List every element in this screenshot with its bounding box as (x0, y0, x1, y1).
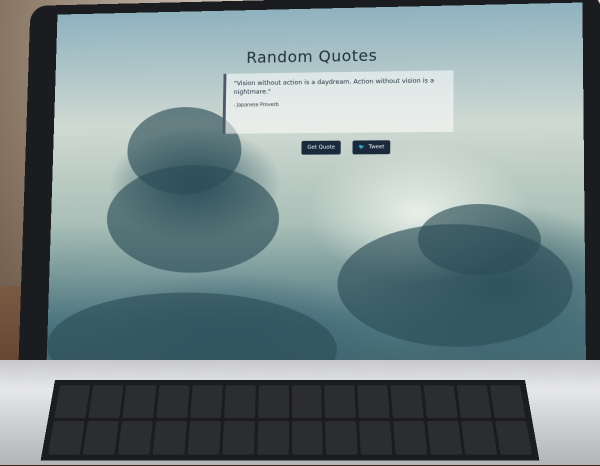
keyboard-key (325, 420, 358, 454)
keyboard-key (152, 420, 186, 454)
keyboard-key (118, 420, 153, 454)
keyboard-key (257, 420, 289, 454)
laptop-keyboard (41, 380, 540, 461)
keyboard-key (495, 420, 532, 454)
photo-scene: Random Quotes "Vision without action is … (0, 0, 600, 466)
keyboard-key (156, 385, 189, 417)
keyboard-key (54, 385, 90, 417)
keyboard-key (393, 420, 427, 454)
keyboard-key (358, 385, 390, 417)
keyboard-key (457, 385, 492, 417)
quote-text: "Vision without action is a daydream. Ac… (234, 76, 446, 97)
keyboard-key (325, 385, 357, 417)
keyboard-key (187, 420, 220, 454)
keyboard-key (490, 385, 526, 417)
page-title: Random Quotes (56, 42, 583, 70)
keyboard-key (83, 420, 119, 454)
keyboard-key (258, 385, 289, 417)
keyboard-key (461, 420, 497, 454)
keyboard-key (224, 385, 256, 417)
keyboard-key (424, 385, 458, 417)
storm-cloud (105, 165, 279, 274)
keyboard-key (88, 385, 123, 417)
get-quote-button[interactable]: Get Quote (301, 141, 341, 155)
tweet-button[interactable]: 🐦 Tweet (353, 140, 391, 154)
keyboard-key (292, 385, 323, 417)
keyboard-key (427, 420, 462, 454)
quote-author: - Japanese Proverb (233, 100, 445, 108)
keyboard-key (359, 420, 392, 454)
keyboard-key (122, 385, 156, 417)
button-row: Get Quote 🐦 Tweet (301, 140, 390, 154)
laptop-screen: Random Quotes "Vision without action is … (45, 3, 586, 412)
keyboard-key (222, 420, 255, 454)
keyboard-key (48, 420, 85, 454)
twitter-bird-icon: 🐦 (359, 144, 365, 150)
quote-box: "Vision without action is a daydream. Ac… (222, 70, 453, 133)
tweet-button-label: Tweet (369, 144, 385, 150)
keyboard-key (391, 385, 424, 417)
keyboard-key (292, 420, 324, 454)
storm-cloud (418, 204, 541, 276)
keyboard-key (190, 385, 222, 417)
